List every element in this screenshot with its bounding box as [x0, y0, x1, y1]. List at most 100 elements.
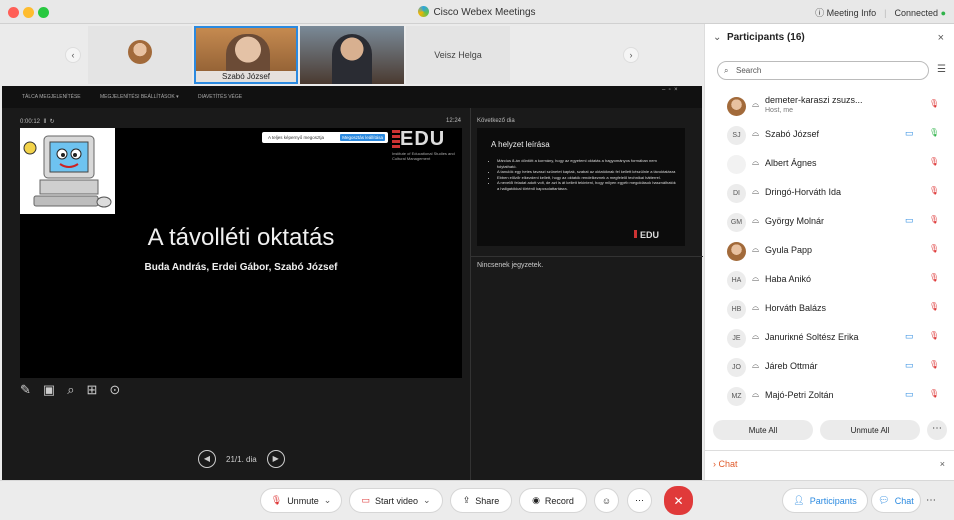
- end-slideshow-button[interactable]: DIAVETÍTÉS VÉGE: [198, 94, 242, 100]
- share-button[interactable]: ⇪ Share: [450, 488, 512, 513]
- next-slide-preview[interactable]: A helyzet leírása Március 8-án döntött a…: [477, 128, 685, 246]
- participant-row[interactable]: ⌓ demeter-karaszi zsuzs... Host, me 🎙︎: [705, 92, 954, 121]
- participant-tile-name: Veisz Helga: [434, 50, 482, 60]
- next-slide-logo-text: EDU: [639, 230, 659, 240]
- participants-title: Participants (16): [726, 32, 805, 43]
- participant-name: Majó-Petri Zoltán: [765, 390, 834, 400]
- participant-name: Dringó-Horváth Ida: [765, 187, 842, 197]
- video-icon: ▭: [905, 389, 914, 399]
- mic-muted-icon[interactable]: 🎙︎: [929, 360, 939, 369]
- search-box[interactable]: ⌕ Search: [717, 61, 929, 80]
- participant-row[interactable]: ⌓ Albert Ágnes 🎙︎: [705, 150, 954, 179]
- participant-row[interactable]: ⌓ Gyula Papp 🎙︎: [705, 237, 954, 266]
- audio-connection-icon: ⌓: [752, 360, 760, 370]
- pointer-icon[interactable]: ⊞: [86, 382, 97, 398]
- unmute-all-button[interactable]: Unmute All: [820, 420, 920, 440]
- video-icon: ▭: [905, 128, 914, 138]
- mute-all-button[interactable]: Mute All: [713, 420, 813, 440]
- more-options-button[interactable]: ⋯: [627, 488, 652, 513]
- mic-muted-icon[interactable]: 🎙︎: [929, 99, 939, 108]
- participant-row[interactable]: GM ⌓ György Molnár ▭ 🎙︎: [705, 208, 954, 237]
- unmute-all-label: Unmute All: [850, 425, 890, 435]
- meeting-info-button[interactable]: ⓘ Meeting Info: [815, 6, 876, 19]
- window-title: Cisco Webex Meetings: [0, 6, 954, 18]
- mic-muted-icon[interactable]: 🎙︎: [929, 389, 939, 398]
- show-taskbar-button[interactable]: TÁLCA MEGJELENÍTÉSE: [22, 94, 81, 100]
- avatar: GM: [727, 213, 746, 232]
- next-slide-button[interactable]: ▶: [266, 450, 285, 468]
- mic-muted-icon[interactable]: 🎙︎: [929, 331, 939, 340]
- participants-panel: ⌄ Participants (16) × ⌕ Search ☰ ⌓ demete…: [704, 24, 954, 480]
- current-slide: A teljes képernyő megosztja Megosztás le…: [20, 128, 462, 378]
- leave-meeting-button[interactable]: ✕: [664, 486, 693, 515]
- previous-slide-button[interactable]: ◀: [198, 450, 216, 468]
- window-controls[interactable]: – ▫ ×: [662, 87, 678, 93]
- mic-muted-icon[interactable]: 🎙︎: [929, 215, 939, 224]
- collapse-chevron-icon[interactable]: ⌄: [713, 32, 721, 43]
- strip-next-button[interactable]: ›: [623, 47, 639, 63]
- chat-toggle-button[interactable]: 💬︎ Chat: [871, 488, 921, 513]
- pen-tool-icon[interactable]: ✎: [20, 382, 31, 398]
- slides-grid-icon[interactable]: ▣: [43, 382, 55, 398]
- presenter-notes-panel: Következő dia A helyzet leírása Március …: [470, 108, 703, 500]
- computer-clipart: [20, 128, 115, 214]
- video-off-icon: ▭: [361, 495, 370, 505]
- mic-muted-icon[interactable]: 🎙︎: [929, 302, 939, 311]
- chevron-down-icon[interactable]: ⌄: [324, 495, 332, 506]
- stop-sharing-button[interactable]: Megosztás leállítása: [340, 134, 385, 141]
- close-chat-icon[interactable]: ×: [940, 459, 945, 469]
- display-settings-button[interactable]: MEGJELENÍTÉSI BEÁLLÍTÁSOK ▾: [100, 94, 179, 100]
- mic-muted-icon[interactable]: 🎙︎: [929, 244, 939, 253]
- webex-logo-icon: [418, 6, 430, 17]
- video-tile-host[interactable]: [88, 26, 192, 84]
- avatar: HA: [727, 271, 746, 290]
- participant-row[interactable]: HA ⌓ Haba Anikó 🎙︎: [705, 266, 954, 295]
- participant-name: Albert Ágnes: [765, 158, 817, 168]
- mic-muted-icon[interactable]: 🎙︎: [929, 273, 939, 282]
- close-panel-icon[interactable]: ×: [938, 32, 944, 44]
- presenter-toolbar: TÁLCA MEGJELENÍTÉSE MEGJELENÍTÉSI BEÁLLÍ…: [2, 86, 702, 108]
- next-slide-logo: EDU: [634, 230, 659, 240]
- participant-row[interactable]: MZ ⌓ Majó-Petri Zoltán ▭ 🎙︎: [705, 382, 954, 411]
- zoom-icon[interactable]: ⌕: [67, 382, 74, 398]
- record-button[interactable]: ◉ Record: [519, 488, 587, 513]
- chat-section-title: Chat: [718, 459, 738, 469]
- search-input[interactable]: Search: [736, 66, 761, 75]
- close-icon: ✕: [673, 493, 684, 508]
- reactions-button[interactable]: ☺: [594, 488, 619, 513]
- participant-row[interactable]: DI ⌓ Dringó-Horváth Ida 🎙︎: [705, 179, 954, 208]
- chevron-down-icon[interactable]: ⌄: [423, 495, 431, 506]
- avatar: [727, 242, 746, 261]
- start-video-label: Start video: [374, 495, 418, 506]
- start-video-button[interactable]: ▭ Start video ⌄: [349, 488, 443, 513]
- connection-label: Connected: [894, 7, 939, 18]
- next-bullet: A tanulók egy hetes tavaszi szünetet kap…: [497, 169, 677, 175]
- participant-row[interactable]: JO ⌓ Járeb Ottmár ▭ 🎙︎: [705, 353, 954, 382]
- unmute-button[interactable]: 🎙︎ Unmute ⌄: [260, 488, 342, 513]
- participant-row[interactable]: JE ⌓ Januriкné Soltész Erika ▭ 🎙︎: [705, 324, 954, 353]
- more-options-icon[interactable]: ⊙: [109, 382, 120, 398]
- slide-title: A távolléti oktatás: [147, 224, 335, 251]
- participant-row[interactable]: HB ⌓ Horváth Balázs 🎙︎: [705, 295, 954, 324]
- audio-connection-icon: ⌓: [752, 302, 760, 312]
- more-participant-actions-button[interactable]: ⋯: [927, 420, 947, 440]
- strip-prev-button[interactable]: ‹: [65, 47, 81, 63]
- shared-presentation: TÁLCA MEGJELENÍTÉSE MEGJELENÍTÉSI BEÁLLÍ…: [2, 86, 703, 500]
- logo-mark-icon: [392, 129, 400, 150]
- sort-icon[interactable]: ☰: [937, 64, 946, 75]
- video-tile-active-speaker[interactable]: Szabó József: [194, 26, 298, 84]
- participant-name: György Molnár: [765, 216, 825, 226]
- mic-muted-icon[interactable]: 🎙︎: [929, 157, 939, 166]
- participant-row[interactable]: SJ ⌓ Szabó József ▭ 🎙︎: [705, 121, 954, 150]
- chat-section-header[interactable]: › Chat ×: [705, 450, 954, 478]
- mic-muted-icon[interactable]: 🎙︎: [929, 186, 939, 195]
- video-tile-participant[interactable]: [300, 26, 404, 84]
- video-tile-name-only[interactable]: Veisz Helga: [406, 26, 510, 84]
- mic-on-icon[interactable]: 🎙︎: [929, 128, 939, 137]
- participant-name: Járeb Ottmár: [765, 361, 818, 371]
- participants-toggle-button[interactable]: 👤︎ Participants: [782, 488, 868, 513]
- participant-name: Haba Anikó: [765, 274, 812, 284]
- participant-name: Januriкné Soltész Erika: [765, 332, 859, 342]
- audio-connection-icon: ⌓: [752, 389, 760, 399]
- more-panels-button[interactable]: ⋯: [926, 495, 936, 506]
